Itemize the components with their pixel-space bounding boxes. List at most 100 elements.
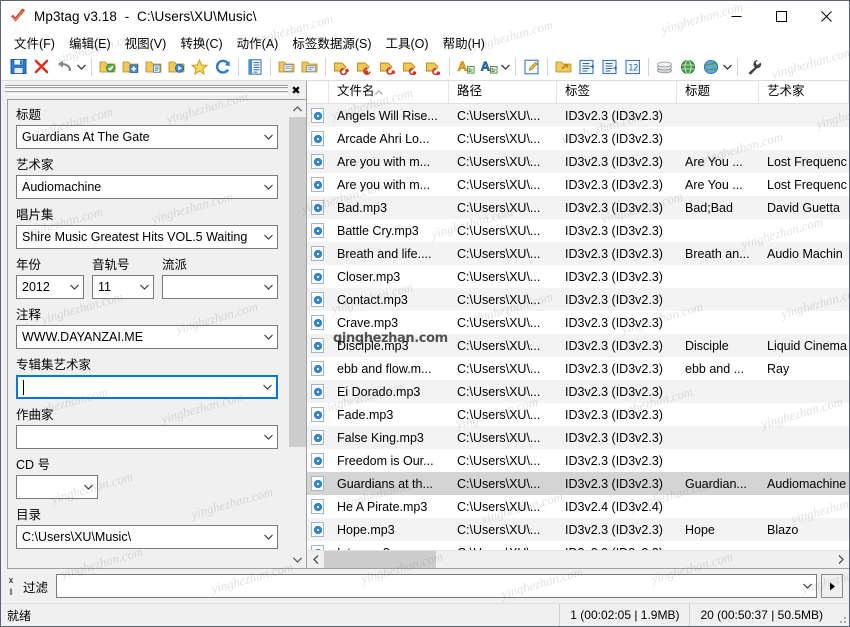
track-numbering-icon[interactable]: 1 2 — [621, 55, 644, 78]
comment-input[interactable]: WWW.DAYANZAI.ME — [16, 325, 278, 349]
column-header-tag[interactable]: 标签 — [557, 81, 677, 103]
table-row[interactable]: Fade.mp3C:\Users\XU\...ID3v2.3 (ID3v2.3) — [307, 403, 849, 426]
scrollbar-thumb[interactable] — [289, 117, 306, 447]
table-row[interactable]: Disciple.mp3C:\Users\XU\...ID3v2.3 (ID3v… — [307, 334, 849, 357]
chevron-down-icon[interactable] — [260, 534, 277, 540]
table-row[interactable]: Intro.mp3C:\Users\XU\...ID3v2.3 (ID3v2.3… — [307, 541, 849, 550]
refresh-icon[interactable] — [211, 55, 234, 78]
playlist-icon[interactable] — [165, 55, 188, 78]
chevron-down-icon[interactable] — [259, 384, 276, 390]
artist-input[interactable]: Audiomachine — [16, 175, 278, 199]
column-header-path[interactable]: 路径 — [449, 81, 557, 103]
paste-tag-icon[interactable] — [298, 55, 321, 78]
menu-file[interactable]: 文件(F) — [7, 31, 62, 54]
table-row[interactable]: Crave.mp3C:\Users\XU\...ID3v2.3 (ID3v2.3… — [307, 311, 849, 334]
scroll-left-icon[interactable] — [307, 551, 324, 568]
title-input[interactable]: Guardians At The Gate — [16, 125, 278, 149]
filename-to-tag-icon[interactable] — [353, 55, 376, 78]
tag-panel-icon[interactable] — [243, 55, 266, 78]
chevron-down-icon[interactable] — [80, 484, 97, 490]
table-row[interactable]: He A Pirate.mp3C:\Users\XU\...ID3v2.4 (I… — [307, 495, 849, 518]
close-button[interactable] — [804, 1, 849, 31]
maximize-button[interactable] — [759, 1, 804, 31]
chevron-down-icon[interactable] — [260, 284, 277, 290]
filter-apply-button[interactable] — [821, 574, 843, 598]
year-input[interactable]: 2012 — [16, 275, 84, 299]
discogs-icon[interactable] — [653, 55, 676, 78]
table-row[interactable]: Freedom is Our...C:\Users\XU\...ID3v2.3 … — [307, 449, 849, 472]
table-row[interactable]: Hope.mp3C:\Users\XU\...ID3v2.3 (ID3v2.3)… — [307, 518, 849, 541]
tag-panel-close-icon[interactable]: ✖ — [288, 82, 304, 98]
album-input[interactable]: Shire Music Greatest Hits VOL.5 Waiting — [16, 225, 278, 249]
scrollbar-track[interactable] — [289, 117, 306, 551]
table-row[interactable]: ebb and flow.m...C:\Users\XU\...ID3v2.3 … — [307, 357, 849, 380]
hscrollbar-thumb[interactable] — [324, 551, 436, 568]
composer-input[interactable] — [16, 425, 278, 449]
scroll-up-icon[interactable] — [289, 100, 306, 117]
change-directory-icon[interactable] — [96, 55, 119, 78]
freedb-icon[interactable] — [676, 55, 699, 78]
table-row[interactable]: Breath and life....C:\Users\XU\...ID3v2.… — [307, 242, 849, 265]
text-file-tag-icon[interactable] — [422, 55, 445, 78]
menu-view[interactable]: 视图(V) — [118, 31, 174, 54]
add-files-icon[interactable] — [142, 55, 165, 78]
copy-tag-icon[interactable] — [275, 55, 298, 78]
scroll-right-icon[interactable] — [832, 551, 849, 568]
actions-dropdown-icon[interactable] — [500, 55, 511, 78]
disc-input[interactable] — [16, 475, 98, 499]
directory-input[interactable]: C:\Users\XU\Music\ — [16, 525, 278, 549]
remove-tag-icon[interactable] — [30, 55, 53, 78]
auto-numbering-2-icon[interactable] — [598, 55, 621, 78]
chevron-down-icon[interactable] — [260, 134, 277, 140]
table-row[interactable]: Ei Dorado.mp3C:\Users\XU\...ID3v2.3 (ID3… — [307, 380, 849, 403]
menu-tools[interactable]: 工具(O) — [379, 31, 436, 54]
web-source-dropdown-icon[interactable] — [722, 55, 733, 78]
undo-icon[interactable] — [53, 55, 76, 78]
save-icon[interactable] — [7, 55, 30, 78]
table-row[interactable]: Guardians at th...C:\Users\XU\...ID3v2.3… — [307, 472, 849, 495]
filename-to-filename-icon[interactable] — [376, 55, 399, 78]
tag-panel-scrollbar[interactable] — [288, 100, 306, 568]
menu-edit[interactable]: 编辑(E) — [62, 31, 118, 54]
file-list-hscrollbar[interactable] — [307, 550, 849, 568]
column-header-title[interactable]: 标题 — [677, 81, 759, 103]
edit-tag-icon[interactable] — [520, 55, 543, 78]
table-row[interactable]: Bad.mp3C:\Users\XU\...ID3v2.3 (ID3v2.3)B… — [307, 196, 849, 219]
menu-actions[interactable]: 动作(A) — [230, 31, 286, 54]
favorites-icon[interactable] — [188, 55, 211, 78]
filter-grip-icon[interactable]: ‖ — [9, 588, 13, 597]
options-icon[interactable] — [742, 55, 765, 78]
chevron-down-icon[interactable] — [136, 284, 153, 290]
track-input[interactable]: 11 — [92, 275, 154, 299]
table-row[interactable]: Closer.mp3C:\Users\XU\...ID3v2.3 (ID3v2.… — [307, 265, 849, 288]
column-header-artist[interactable]: 艺术家 — [759, 81, 849, 103]
column-header-icon[interactable] — [307, 81, 329, 103]
file-list-body[interactable]: Angels Will Rise...C:\Users\XU\...ID3v2.… — [307, 104, 849, 550]
menu-tag-sources[interactable]: 标签数据源(S) — [285, 31, 378, 54]
chevron-down-icon[interactable] — [799, 583, 816, 589]
resize-grip-icon[interactable] — [833, 604, 849, 626]
actions-quick-icon[interactable] — [477, 55, 500, 78]
scroll-down-icon[interactable] — [289, 551, 306, 568]
undo-dropdown-icon[interactable] — [76, 55, 87, 78]
table-row[interactable]: Are you with m...C:\Users\XU\...ID3v2.3 … — [307, 173, 849, 196]
menu-help[interactable]: 帮助(H) — [436, 31, 492, 54]
add-directory-icon[interactable] — [119, 55, 142, 78]
menu-convert[interactable]: 转换(C) — [173, 31, 229, 54]
minimize-button[interactable] — [714, 1, 759, 31]
chevron-down-icon[interactable] — [66, 284, 83, 290]
actions-icon[interactable] — [454, 55, 477, 78]
chevron-down-icon[interactable] — [260, 184, 277, 190]
tag-panel-drag-bar[interactable]: ✖ — [1, 81, 306, 99]
album-artist-input[interactable] — [16, 375, 278, 399]
column-header-filename[interactable]: 文件名 — [329, 81, 449, 103]
filter-input[interactable] — [56, 574, 817, 598]
table-row[interactable]: Contact.mp3C:\Users\XU\...ID3v2.3 (ID3v2… — [307, 288, 849, 311]
export-icon[interactable] — [552, 55, 575, 78]
table-row[interactable]: Angels Will Rise...C:\Users\XU\...ID3v2.… — [307, 104, 849, 127]
filter-close-icon[interactable]: x — [9, 576, 14, 585]
filter-dock-controls[interactable]: x ‖ — [3, 569, 19, 603]
hscrollbar-track[interactable] — [324, 551, 832, 568]
web-source-icon[interactable] — [699, 55, 722, 78]
auto-numbering-icon[interactable] — [575, 55, 598, 78]
